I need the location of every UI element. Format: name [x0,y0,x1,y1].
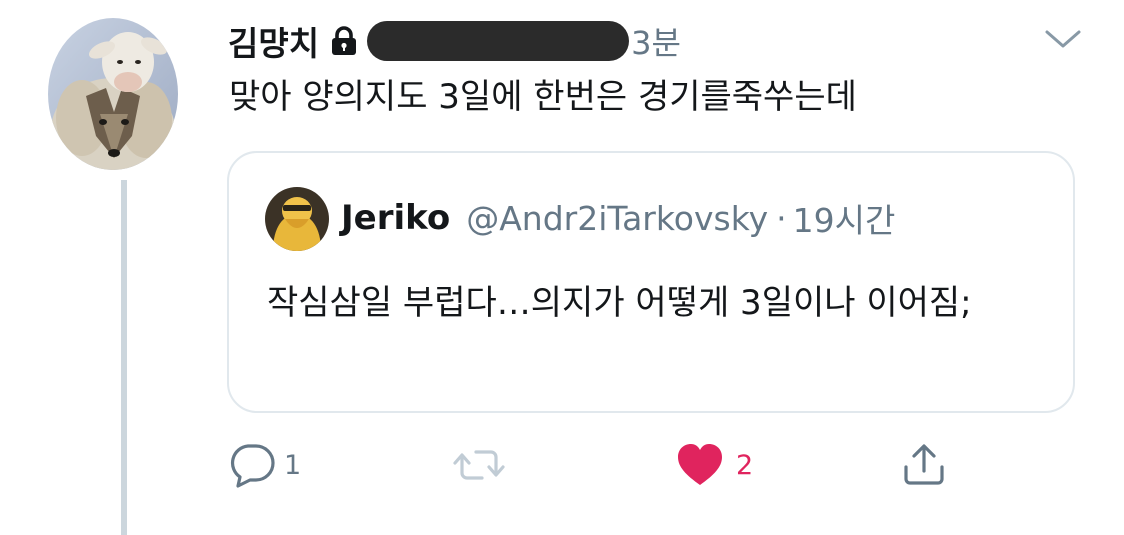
avatar-image [48,18,178,170]
like-button[interactable]: 2 [676,440,753,490]
quote-text: 작심삼일 부럽다…의지가 어떻게 3일이나 이어짐; [267,283,972,323]
quote-separator: · [776,198,787,238]
tweet-text: 맞아 양의지도 3일에 한번은 경기를죽쑤는데 [229,77,857,117]
quote-avatar [265,187,329,251]
retweet-button[interactable] [452,440,512,490]
quote-tweet-card[interactable]: Jeriko @Andr2iTarkovsky · 19시간 작심삼일 부럽다…… [227,151,1075,413]
heart-icon [676,443,724,487]
thread-line [121,180,127,535]
quote-header: Jeriko @Andr2iTarkovsky · 19시간 [341,193,895,243]
share-icon [900,441,948,489]
share-button[interactable] [900,440,948,490]
retweet-icon [452,445,506,485]
avatar[interactable] [48,18,178,170]
timestamp[interactable]: 3분 [631,18,681,64]
quote-timestamp: 19시간 [792,201,896,240]
reply-count: 1 [284,449,302,481]
tweet-header: 김먕치 3분 [228,16,681,66]
chevron-down-icon[interactable] [1043,26,1083,52]
like-count: 2 [736,449,754,481]
reply-button[interactable]: 1 [228,440,301,490]
redacted-handle [367,21,630,61]
display-name[interactable]: 김먕치 [228,17,319,65]
lock-icon [329,25,359,57]
quote-display-name[interactable]: Jeriko [341,198,450,238]
reply-icon [228,442,278,488]
quote-handle[interactable]: @Andr2iTarkovsky [466,199,768,238]
